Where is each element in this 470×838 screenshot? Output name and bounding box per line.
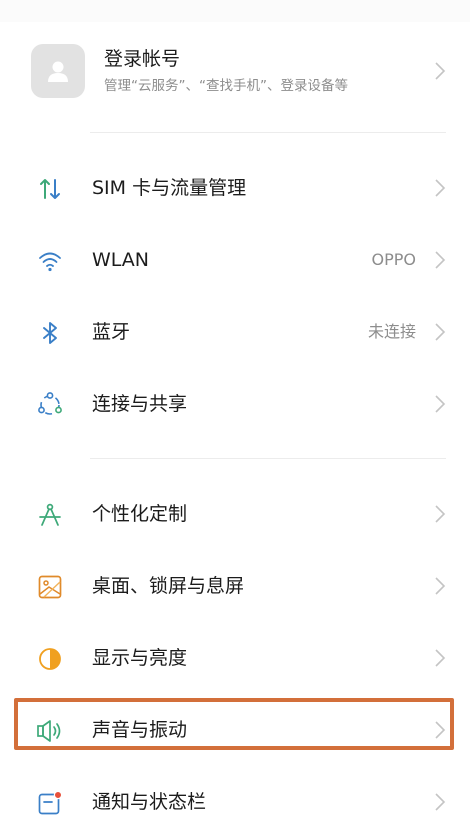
settings-item-label: 个性化定制 — [92, 503, 188, 525]
chevron-right-icon — [435, 793, 446, 811]
account-subtitle: 管理“云服务”、“查找手机”、登录设备等 — [104, 78, 348, 94]
settings-item-label: 连接与共享 — [92, 393, 188, 415]
wifi-icon — [36, 247, 64, 275]
top-edge — [0, 0, 470, 22]
chevron-right-icon — [435, 323, 446, 341]
settings-item-label: 通知与状态栏 — [92, 791, 207, 813]
settings-item-connection-sharing[interactable]: 连接与共享 — [0, 368, 470, 440]
wallpaper-icon — [36, 573, 64, 601]
settings-item-label: 显示与亮度 — [92, 647, 188, 669]
settings-item-display-brightness[interactable]: 显示与亮度 — [0, 622, 470, 694]
highlight-box — [14, 698, 454, 750]
chevron-right-icon — [435, 577, 446, 595]
settings-item-value: 未连接 — [367, 322, 416, 341]
settings-item-desktop-lockscreen[interactable]: 桌面、锁屏与息屏 — [0, 550, 470, 622]
settings-item-personalization[interactable]: 个性化定制 — [0, 478, 470, 550]
account-title: 登录帐号 — [104, 48, 181, 70]
divider — [90, 458, 446, 459]
bluetooth-icon — [36, 319, 64, 347]
chevron-right-icon — [435, 179, 446, 197]
chevron-right-icon — [435, 505, 446, 523]
account-login-row[interactable]: 登录帐号 管理“云服务”、“查找手机”、登录设备等 — [0, 30, 470, 112]
settings-item-wlan[interactable]: WLAN OPPO — [0, 224, 470, 296]
settings-item-sim-data[interactable]: SIM 卡与流量管理 — [0, 152, 470, 224]
chevron-right-icon — [435, 62, 446, 80]
settings-item-label: SIM 卡与流量管理 — [92, 177, 247, 199]
settings-item-bluetooth[interactable]: 蓝牙 未连接 — [0, 296, 470, 368]
avatar — [31, 44, 85, 98]
compass-icon — [36, 501, 64, 529]
user-avatar-icon — [48, 61, 68, 82]
settings-item-notifications[interactable]: 通知与状态栏 — [0, 766, 470, 838]
chevron-right-icon — [435, 649, 446, 667]
settings-item-label: 桌面、锁屏与息屏 — [92, 575, 245, 597]
divider — [90, 132, 446, 133]
settings-item-label: WLAN — [92, 249, 150, 271]
notification-icon — [36, 789, 64, 817]
sim-data-arrows-icon — [36, 175, 64, 203]
chevron-right-icon — [435, 395, 446, 413]
brightness-icon — [36, 645, 64, 673]
chevron-right-icon — [435, 251, 446, 269]
settings-item-value: OPPO — [371, 250, 416, 269]
connection-sharing-icon — [36, 391, 64, 419]
settings-item-label: 蓝牙 — [92, 321, 131, 343]
